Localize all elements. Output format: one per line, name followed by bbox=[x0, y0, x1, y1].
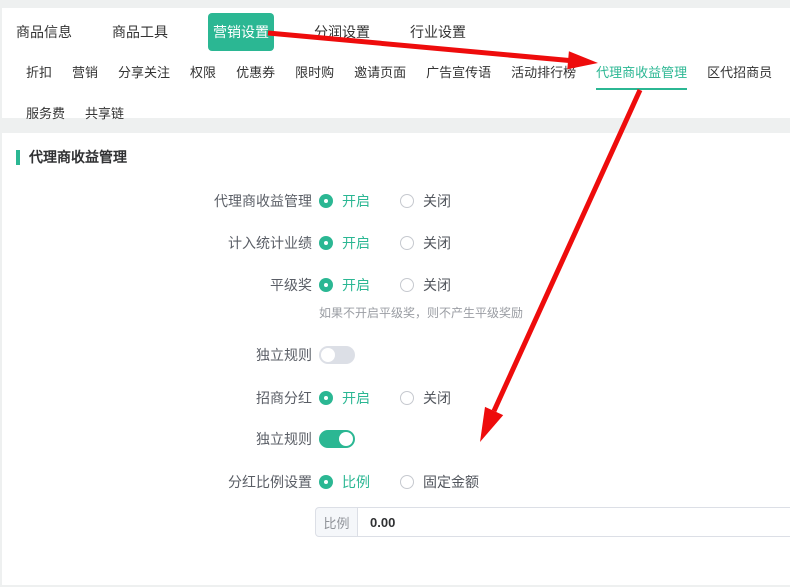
radio-option-label: 开启 bbox=[342, 388, 370, 408]
radio-unchecked-icon[interactable] bbox=[400, 278, 414, 292]
section-accent-bar bbox=[16, 150, 20, 165]
subtab-district-agent-recruiter[interactable]: 区代招商员 bbox=[707, 62, 772, 90]
independent-rule-toggle-off[interactable] bbox=[319, 346, 355, 364]
tab-marketing-settings[interactable]: 营销设置 bbox=[208, 13, 274, 51]
ratio-input-prepend-label: 比例 bbox=[315, 507, 358, 537]
subtab-activity-ranking[interactable]: 活动排行榜 bbox=[511, 62, 576, 90]
radio-option-on[interactable]: 开启 bbox=[319, 275, 370, 295]
radio-option-label: 关闭 bbox=[423, 191, 451, 211]
radio-option-label: 关闭 bbox=[423, 275, 451, 295]
settings-form: 代理商收益管理 开启 关闭 计入统计业绩 bbox=[2, 191, 790, 537]
tab-product-info[interactable]: 商品信息 bbox=[16, 22, 72, 42]
primary-tab-bar: 商品信息 商品工具 营销设置 分润设置 行业设置 bbox=[2, 8, 790, 56]
tab-profit-settings[interactable]: 分润设置 bbox=[314, 22, 370, 42]
radio-option-label: 固定金额 bbox=[423, 472, 479, 492]
radio-option-on[interactable]: 开启 bbox=[319, 233, 370, 253]
radio-group-peer-award: 开启 关闭 bbox=[319, 275, 451, 295]
radio-option-off[interactable]: 关闭 bbox=[400, 275, 451, 295]
radio-option-label: 开启 bbox=[342, 233, 370, 253]
agent-revenue-settings-page: 商品信息 商品工具 营销设置 分润设置 行业设置 折扣 营销 分享关注 权限 优… bbox=[0, 0, 790, 587]
radio-option-off[interactable]: 关闭 bbox=[400, 191, 451, 211]
tab-product-tools[interactable]: 商品工具 bbox=[112, 22, 168, 42]
radio-option-label: 比例 bbox=[342, 472, 370, 492]
row-count-into-statistics: 计入统计业绩 开启 关闭 bbox=[2, 233, 790, 253]
subtab-ad-slogan[interactable]: 广告宣传语 bbox=[426, 62, 491, 90]
radio-unchecked-icon[interactable] bbox=[400, 236, 414, 250]
peer-award-hint: 如果不开启平级奖，则不产生平级奖励 bbox=[319, 304, 790, 321]
radio-option-off[interactable]: 关闭 bbox=[400, 233, 451, 253]
field-label: 代理商收益管理 bbox=[2, 191, 312, 211]
tab-industry-settings[interactable]: 行业设置 bbox=[410, 22, 466, 42]
radio-option-label: 开启 bbox=[342, 191, 370, 211]
subtab-flash-sale[interactable]: 限时购 bbox=[295, 62, 334, 90]
tabs-card: 商品信息 商品工具 营销设置 分润设置 行业设置 折扣 营销 分享关注 权限 优… bbox=[2, 8, 790, 118]
radio-checked-icon[interactable] bbox=[319, 475, 333, 489]
radio-group-dividend-ratio: 比例 固定金额 bbox=[319, 472, 479, 492]
subtab-permission[interactable]: 权限 bbox=[190, 62, 216, 90]
independent-rule-toggle-on[interactable] bbox=[319, 430, 355, 448]
radio-group-recruit-dividend: 开启 关闭 bbox=[319, 388, 451, 408]
radio-option-off[interactable]: 关闭 bbox=[400, 388, 451, 408]
radio-unchecked-icon[interactable] bbox=[400, 194, 414, 208]
field-label: 平级奖 bbox=[2, 275, 312, 295]
subtab-marketing[interactable]: 营销 bbox=[72, 62, 98, 90]
radio-option-label: 开启 bbox=[342, 275, 370, 295]
ratio-input[interactable] bbox=[358, 507, 790, 537]
field-label: 计入统计业绩 bbox=[2, 233, 312, 253]
subtab-coupon[interactable]: 优惠券 bbox=[236, 62, 275, 90]
row-independent-rule-1: 独立规则 bbox=[2, 346, 790, 364]
section-header: 代理商收益管理 bbox=[16, 149, 790, 165]
radio-checked-icon[interactable] bbox=[319, 278, 333, 292]
radio-option-on[interactable]: 开启 bbox=[319, 388, 370, 408]
subtab-share-follow[interactable]: 分享关注 bbox=[118, 62, 170, 90]
radio-group-agent-revenue: 开启 关闭 bbox=[319, 191, 451, 211]
field-label: 分红比例设置 bbox=[2, 472, 312, 492]
settings-panel: 代理商收益管理 代理商收益管理 开启 关闭 计入统计业绩 bbox=[2, 133, 790, 585]
radio-option-fixed-amount[interactable]: 固定金额 bbox=[400, 472, 479, 492]
field-label: 独立规则 bbox=[2, 429, 312, 449]
radio-option-label: 关闭 bbox=[423, 388, 451, 408]
row-peer-level-award: 平级奖 开启 关闭 bbox=[2, 275, 790, 295]
secondary-tab-bar: 折扣 营销 分享关注 权限 优惠券 限时购 邀请页面 广告宣传语 活动排行榜 代… bbox=[2, 56, 790, 143]
row-recruit-dividend: 招商分红 开启 关闭 bbox=[2, 388, 790, 408]
radio-unchecked-icon[interactable] bbox=[400, 475, 414, 489]
subtab-agent-revenue-management[interactable]: 代理商收益管理 bbox=[596, 62, 687, 90]
section-title: 代理商收益管理 bbox=[29, 147, 127, 167]
radio-checked-icon[interactable] bbox=[319, 391, 333, 405]
radio-unchecked-icon[interactable] bbox=[400, 391, 414, 405]
row-independent-rule-2: 独立规则 bbox=[2, 430, 790, 448]
radio-checked-icon[interactable] bbox=[319, 236, 333, 250]
subtab-discount[interactable]: 折扣 bbox=[26, 62, 52, 90]
radio-group-statistics: 开启 关闭 bbox=[319, 233, 451, 253]
radio-checked-icon[interactable] bbox=[319, 194, 333, 208]
radio-option-on[interactable]: 开启 bbox=[319, 191, 370, 211]
subtab-service-fee[interactable]: 服务费 bbox=[26, 103, 65, 131]
row-agent-revenue-management: 代理商收益管理 开启 关闭 bbox=[2, 191, 790, 211]
row-dividend-ratio-setting: 分红比例设置 比例 固定金额 bbox=[2, 472, 790, 492]
radio-option-label: 关闭 bbox=[423, 233, 451, 253]
subtab-invite-page[interactable]: 邀请页面 bbox=[354, 62, 406, 90]
ratio-input-group: 比例 bbox=[315, 507, 790, 537]
field-label: 独立规则 bbox=[2, 345, 312, 365]
field-label: 招商分红 bbox=[2, 388, 312, 408]
radio-option-ratio[interactable]: 比例 bbox=[319, 472, 370, 492]
subtab-shared-chain[interactable]: 共享链 bbox=[85, 103, 124, 131]
